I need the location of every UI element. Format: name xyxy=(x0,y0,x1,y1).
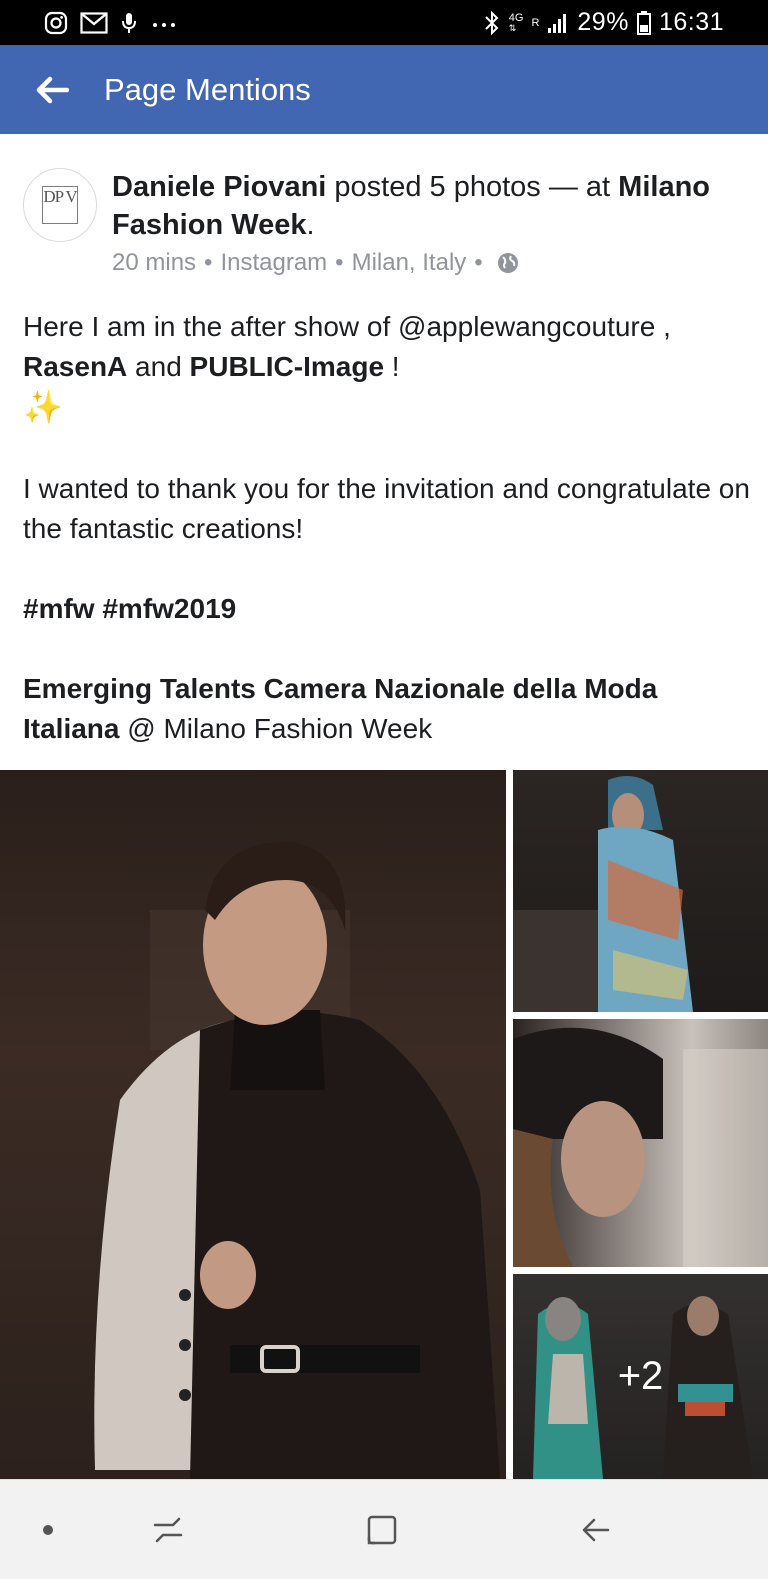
more-dots-icon xyxy=(150,11,178,35)
mention-public-image[interactable]: PUBLIC-Image xyxy=(190,351,384,382)
hashtags[interactable]: #mfw #mfw2019 xyxy=(23,589,753,629)
instagram-icon xyxy=(44,11,68,35)
meta-separator: • xyxy=(474,249,483,276)
post-meta: 20 mins • Instagram • Milan, Italy • xyxy=(112,249,519,277)
back-icon[interactable] xyxy=(570,1505,620,1555)
post-header: Daniele Piovani posted 5 photos — at Mil… xyxy=(112,168,732,244)
author-name[interactable]: Daniele Piovani xyxy=(112,171,326,203)
gmail-icon xyxy=(80,11,108,35)
dot-icon[interactable] xyxy=(23,1505,73,1555)
navigation-bar xyxy=(0,1479,768,1579)
meta-separator: • xyxy=(204,249,213,276)
roaming-label: R xyxy=(531,16,540,29)
post-text: and xyxy=(127,351,190,382)
place-suffix: . xyxy=(306,209,315,241)
sparkles-emoji: ✨ xyxy=(23,389,63,425)
meta-separator: • xyxy=(335,249,344,276)
post-text: Here I am in the after show of @applewan… xyxy=(23,311,671,342)
avatar-monogram: DP V xyxy=(42,186,78,224)
microphone-icon xyxy=(120,11,138,35)
photo-main[interactable] xyxy=(0,770,506,1479)
post-paragraph: Emerging Talents Camera Nazionale della … xyxy=(23,669,753,749)
avatar[interactable]: DP V xyxy=(23,168,97,242)
photo-2-figure xyxy=(513,776,693,1012)
post-body: Here I am in the after show of @applewan… xyxy=(23,307,753,749)
app-bar: Page Mentions xyxy=(0,45,768,134)
battery-percent: 29% xyxy=(577,8,629,36)
post-paragraph: I wanted to thank you for the invitation… xyxy=(23,473,750,544)
status-bar: 4G ⇅ R 29% 16:31 xyxy=(0,0,768,45)
mention-rasena[interactable]: RasenA xyxy=(23,351,127,382)
globe-icon xyxy=(497,252,519,274)
photo-grid: +2 xyxy=(0,770,768,1479)
post-text: @ Milano Fashion Week xyxy=(119,713,433,744)
photo-thumbnail[interactable] xyxy=(513,1019,768,1267)
recent-apps-icon[interactable] xyxy=(143,1505,193,1555)
network-indicator: 4G ⇅ xyxy=(508,11,524,33)
status-right: 4G ⇅ R 29% 16:31 xyxy=(483,8,724,37)
post-paragraph: Here I am in the after show of @applewan… xyxy=(23,307,753,429)
status-left xyxy=(44,11,178,35)
post-time[interactable]: 20 mins xyxy=(112,249,196,277)
photo-thumbnail[interactable] xyxy=(513,770,768,1012)
signal-icon xyxy=(547,11,569,35)
photo-3-figure xyxy=(513,1027,768,1267)
more-photos-count: +2 xyxy=(513,1274,768,1479)
bluetooth-icon xyxy=(483,10,501,36)
post-location[interactable]: Milan, Italy xyxy=(352,249,467,277)
battery-icon xyxy=(636,10,651,36)
roaming-indicator: R xyxy=(531,16,540,29)
post-text: ! xyxy=(384,351,400,382)
post-action: posted 5 photos — at xyxy=(326,171,619,203)
arrow-left-icon xyxy=(36,76,69,103)
network-type: 4G xyxy=(508,11,524,24)
clock: 16:31 xyxy=(658,8,724,36)
post-source: Instagram xyxy=(220,249,328,276)
home-icon[interactable] xyxy=(357,1505,407,1555)
page-title: Page Mentions xyxy=(104,71,311,107)
photo-thumbnail-more[interactable]: +2 xyxy=(513,1274,768,1479)
back-button[interactable] xyxy=(22,60,82,120)
photo-main-figure xyxy=(94,841,500,1479)
